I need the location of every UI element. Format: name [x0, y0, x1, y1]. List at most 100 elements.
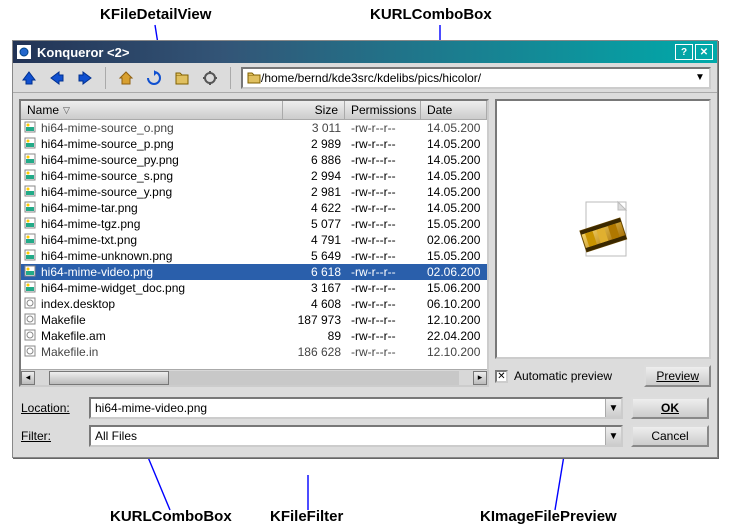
file-icon — [24, 249, 38, 263]
file-name: index.desktop — [41, 297, 115, 311]
preview-area — [495, 99, 711, 359]
filter-label: Filter: — [21, 429, 81, 443]
auto-preview-label: Automatic preview — [514, 369, 638, 383]
scroll-thumb[interactable] — [49, 371, 169, 385]
file-icon — [24, 169, 38, 183]
table-row[interactable]: hi64-mime-source_y.png2 981-rw-r--r--14.… — [21, 184, 487, 200]
file-icon — [24, 121, 38, 135]
annotation-label: KURLComboBox — [370, 6, 492, 23]
titlebar[interactable]: Konqueror <2> ? ✕ — [13, 41, 717, 63]
file-size: 4 791 — [283, 233, 345, 247]
dropdown-icon[interactable]: ▼ — [605, 427, 621, 445]
annotation-label: KURLComboBox — [110, 508, 232, 525]
file-icon — [24, 281, 38, 295]
file-name: hi64-mime-source_y.png — [41, 185, 172, 199]
nav-back-icon[interactable] — [47, 68, 67, 88]
col-size[interactable]: Size — [283, 101, 345, 119]
file-size: 187 973 — [283, 313, 345, 327]
file-detail-view: Name ▽ Size Permissions Date hi64-mime-s… — [19, 99, 489, 387]
annotation-label: KFileFilter — [270, 508, 343, 525]
file-date: 15.05.200 — [421, 249, 487, 263]
file-name: hi64-mime-source_s.png — [41, 169, 173, 183]
reload-icon[interactable] — [144, 68, 164, 88]
filter-input[interactable] — [95, 429, 605, 443]
file-name: hi64-mime-unknown.png — [41, 249, 172, 263]
file-permissions: -rw-r--r-- — [345, 281, 421, 295]
file-icon — [24, 185, 38, 199]
file-name: hi64-mime-source_py.png — [41, 153, 179, 167]
scroll-left-icon[interactable]: ◂ — [21, 371, 35, 385]
preview-button[interactable]: Preview — [644, 365, 711, 387]
table-row[interactable]: hi64-mime-source_p.png2 989-rw-r--r--14.… — [21, 136, 487, 152]
file-size: 5 077 — [283, 217, 345, 231]
file-size: 2 994 — [283, 169, 345, 183]
file-date: 15.05.200 — [421, 217, 487, 231]
file-icon — [24, 233, 38, 247]
col-date[interactable]: Date — [421, 101, 487, 119]
scroll-right-icon[interactable]: ▸ — [473, 371, 487, 385]
location-combobox[interactable]: ▼ — [89, 397, 623, 419]
file-date: 14.05.200 — [421, 153, 487, 167]
table-row[interactable]: Makefile187 973-rw-r--r--12.10.200 — [21, 312, 487, 328]
nav-up-icon[interactable] — [19, 68, 39, 88]
file-icon — [24, 313, 38, 327]
table-row[interactable]: hi64-mime-source_py.png6 886-rw-r--r--14… — [21, 152, 487, 168]
folder-icon — [247, 71, 261, 85]
file-size: 3 011 — [283, 121, 345, 135]
file-name: hi64-mime-tar.png — [41, 201, 138, 215]
toolbar: ▼ — [13, 63, 717, 93]
filter-combobox[interactable]: ▼ — [89, 425, 623, 447]
file-icon — [24, 201, 38, 215]
file-permissions: -rw-r--r-- — [345, 217, 421, 231]
location-input[interactable] — [95, 401, 605, 415]
help-button[interactable]: ? — [675, 44, 693, 60]
file-size: 2 981 — [283, 185, 345, 199]
table-row[interactable]: hi64-mime-source_o.png3 011-rw-r--r--14.… — [21, 120, 487, 136]
preview-image-icon — [568, 194, 638, 264]
file-name: hi64-mime-txt.png — [41, 233, 137, 247]
file-name: hi64-mime-source_p.png — [41, 137, 174, 151]
file-permissions: -rw-r--r-- — [345, 249, 421, 263]
auto-preview-checkbox[interactable]: ✕ — [495, 370, 508, 383]
image-preview-panel: ✕ Automatic preview Preview — [495, 99, 711, 387]
table-row[interactable]: hi64-mime-tgz.png5 077-rw-r--r--15.05.20… — [21, 216, 487, 232]
ok-button[interactable]: OK — [631, 397, 709, 419]
system-menu-icon[interactable] — [17, 45, 31, 59]
configure-icon[interactable] — [200, 68, 220, 88]
table-row[interactable]: hi64-mime-tar.png4 622-rw-r--r--14.05.20… — [21, 200, 487, 216]
close-button[interactable]: ✕ — [695, 44, 713, 60]
file-name: hi64-mime-source_o.png — [41, 121, 174, 135]
table-row[interactable]: hi64-mime-widget_doc.png3 167-rw-r--r--1… — [21, 280, 487, 296]
table-row[interactable]: hi64-mime-txt.png 4 791-rw-r--r--02.06.20… — [21, 232, 487, 248]
file-permissions: -rw-r--r-- — [345, 313, 421, 327]
home-icon[interactable] — [116, 68, 136, 88]
file-size: 2 989 — [283, 137, 345, 151]
annotation-label: KFileDetailView — [100, 6, 211, 23]
col-permissions[interactable]: Permissions — [345, 101, 421, 119]
col-name[interactable]: Name ▽ — [21, 101, 283, 119]
table-row[interactable]: Makefile.in186 628-rw-r--r--12.10.200 — [21, 344, 487, 360]
location-label: Location: — [21, 401, 81, 415]
table-row[interactable]: Makefile.am89-rw-r--r--22.04.200 — [21, 328, 487, 344]
file-date: 02.06.200 — [421, 233, 487, 247]
file-permissions: -rw-r--r-- — [345, 169, 421, 183]
nav-forward-icon[interactable] — [75, 68, 95, 88]
file-date: 14.05.200 — [421, 121, 487, 135]
table-row[interactable]: hi64-mime-source_s.png2 994-rw-r--r--14.… — [21, 168, 487, 184]
table-row[interactable]: index.desktop4 608-rw-r--r--06.10.200 — [21, 296, 487, 312]
file-date: 02.06.200 — [421, 265, 487, 279]
url-combobox[interactable]: ▼ — [241, 67, 711, 89]
table-row[interactable]: hi64-mime-video.png6 618-rw-r--r--02.06.… — [21, 264, 487, 280]
cancel-button[interactable]: Cancel — [631, 425, 709, 447]
url-input[interactable] — [261, 71, 693, 85]
dropdown-icon[interactable]: ▼ — [693, 72, 707, 83]
file-list[interactable]: hi64-mime-source_o.png3 011-rw-r--r--14.… — [21, 120, 487, 369]
horizontal-scrollbar[interactable]: ◂ ▸ — [21, 369, 487, 385]
new-folder-icon[interactable] — [172, 68, 192, 88]
file-size: 6 886 — [283, 153, 345, 167]
dropdown-icon[interactable]: ▼ — [605, 399, 621, 417]
file-date: 12.10.200 — [421, 345, 487, 359]
file-permissions: -rw-r--r-- — [345, 233, 421, 247]
file-date: 06.10.200 — [421, 297, 487, 311]
table-row[interactable]: hi64-mime-unknown.png5 649-rw-r--r--15.0… — [21, 248, 487, 264]
